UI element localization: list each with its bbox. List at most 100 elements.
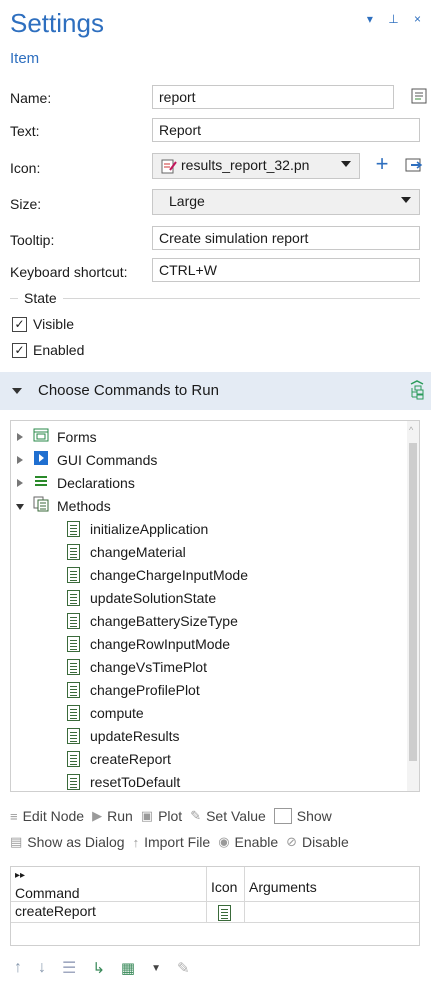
window-controls[interactable]: ▾ ⊥ × [367,12,427,26]
name-edit-icon[interactable] [407,84,431,108]
table-cell-command[interactable]: createReport [11,901,207,923]
dialog-icon: ▤ [10,834,23,849]
tree-node-methods[interactable]: Methods [16,494,111,517]
tree-method-item[interactable]: changeRowInputMode [67,632,230,655]
chevron-down-icon [401,197,411,203]
expand-icon[interactable] [17,455,23,464]
add-icon[interactable]: ↳ [92,959,105,977]
tree-method-item[interactable]: changeMaterial [67,540,186,563]
method-label: changeBatterySizeType [90,612,238,629]
shortcut-label: Keyboard shortcut: [10,264,128,280]
edit-node-button[interactable]: ≡ Edit Node [10,808,84,824]
bottom-toolbar: ↑ ↓ ☰ ↳ ▦ ▼ ✎ [14,958,190,978]
tree-node-label: Methods [57,497,111,514]
tree-method-item[interactable]: changeVsTimePlot [67,655,207,678]
plot-button[interactable]: ▣ Plot [141,808,182,824]
edit-icon[interactable]: ✎ [177,959,190,977]
edit-node-label: Edit Node [22,808,85,824]
commands-tree[interactable]: Forms GUI Commands Declarations Methods … [10,420,420,792]
add-below-icon[interactable]: ▦ [121,959,135,977]
import-file-label: Import File [144,834,211,850]
checkmark-icon: ✓ [12,342,27,358]
disable-label: Disable [302,834,349,850]
enable-label: Enable [234,834,279,850]
sort-icon[interactable]: ▸▸ [15,871,206,881]
checkmark-icon: ✓ [12,316,27,332]
method-label: changeChargeInputMode [90,566,249,583]
tree-method-item[interactable]: initializeApplication [67,517,208,540]
name-label: Name: [10,90,52,106]
chevron-down-icon [341,161,351,167]
column-header-arguments[interactable]: Arguments [245,867,419,901]
tree-method-item[interactable]: compute [67,701,144,724]
icon-select[interactable]: results_report_32.pn [152,153,360,179]
shortcut-field[interactable]: CTRL+W [152,258,420,282]
column-header-command-label: Command [15,885,80,901]
method-icon [67,543,80,560]
show-as-dialog-button[interactable]: ▤ Show as Dialog [10,834,125,850]
tree-node-label: GUI Commands [57,451,158,468]
tree-scrollbar[interactable]: ^ [407,421,419,791]
tree-node-gui-commands[interactable]: GUI Commands [17,448,157,471]
commands-section-header[interactable]: Choose Commands to Run [0,372,431,410]
method-label: resetToDefault [90,773,181,790]
text-field[interactable]: Report [152,118,420,142]
run-label: Run [107,808,133,824]
size-select[interactable]: Large [152,189,420,215]
method-label: changeRowInputMode [90,635,231,652]
tree-node-declarations[interactable]: Declarations [17,471,135,494]
name-field[interactable]: report [152,85,394,109]
tree-method-item[interactable]: updateResults [67,724,180,747]
move-down-icon[interactable]: ↓ [38,959,46,977]
declarations-icon [33,474,49,491]
tree-method-item[interactable]: changeChargeInputMode [67,563,248,586]
tree-method-item[interactable]: resetToDefault [67,770,181,791]
disable-icon: ⊘ [286,834,298,849]
collapse-icon[interactable] [16,503,24,510]
scrollbar-thumb[interactable] [409,443,417,761]
tree-toolbar-row-2: ▤ Show as Dialog ↑ Import File ◉ Enable ⊘ Di… [10,834,357,850]
method-label: changeVsTimePlot [90,658,207,675]
browse-icon[interactable] [405,157,423,176]
state-divider [10,298,420,299]
commands-table[interactable]: ▸▸ Command Icon Arguments createReport [10,866,420,946]
column-header-command[interactable]: ▸▸ Command [11,867,207,901]
table-cell-arguments[interactable] [245,901,419,923]
method-icon [67,635,80,652]
plot-icon: ▣ [140,808,154,823]
import-file-button[interactable]: ↑ Import File [133,834,211,850]
tree-settings-icon[interactable] [408,380,426,403]
run-button[interactable]: ▶ Run [92,808,133,824]
show-button[interactable]: Show [273,808,332,824]
enabled-checkbox[interactable]: ✓ Enabled [12,342,84,358]
delete-icon[interactable]: ☰ [62,958,76,978]
column-header-icon[interactable]: Icon [207,867,245,901]
method-icon [67,727,80,744]
expand-icon[interactable] [17,432,23,441]
tooltip-label: Tooltip: [10,232,55,248]
upload-icon: ↑ [132,834,140,850]
move-up-icon[interactable]: ↑ [14,959,22,977]
method-icon [67,704,80,721]
tree-node-forms[interactable]: Forms [17,425,97,448]
tree-method-item[interactable]: changeBatterySizeType [67,609,238,632]
tree-method-item[interactable]: createReport [67,747,171,770]
set-value-button[interactable]: ✎ Set Value [190,808,266,824]
disable-button[interactable]: ⊘ Disable [286,834,349,850]
dropdown-icon[interactable]: ▼ [151,963,161,974]
collapse-icon [12,388,22,394]
method-icon [67,612,80,629]
tree-method-item[interactable]: changeProfilePlot [67,678,200,701]
table-cell-icon[interactable] [207,901,245,923]
visible-label: Visible [33,316,74,332]
forms-icon [33,428,49,445]
enable-button[interactable]: ◉ Enable [218,834,278,850]
add-icon-button[interactable]: + [370,153,394,177]
tree-method-item[interactable]: updateSolutionState [67,586,216,609]
visible-checkbox[interactable]: ✓ Visible [12,316,74,332]
tooltip-field[interactable]: Create simulation report [152,226,420,250]
expand-icon[interactable] [17,478,23,487]
icon-select-value: results_report_32.pn [181,157,310,173]
method-icon [67,681,80,698]
scroll-up-icon[interactable]: ^ [409,425,413,435]
